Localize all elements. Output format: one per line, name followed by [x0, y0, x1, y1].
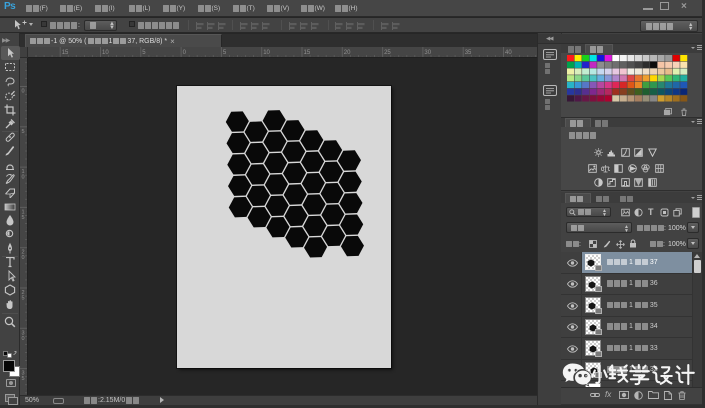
svg-text:0: 0: [22, 89, 25, 95]
svg-text:0: 0: [22, 336, 25, 342]
svg-text:10: 10: [263, 50, 270, 56]
svg-text:0: 0: [22, 175, 25, 181]
svg-text:5: 5: [223, 50, 227, 56]
svg-text:0: 0: [183, 50, 187, 56]
svg-text:40: 40: [505, 50, 512, 56]
svg-text:15: 15: [304, 50, 311, 56]
svg-text:30: 30: [424, 50, 431, 56]
svg-text:5: 5: [22, 215, 25, 221]
svg-text:15: 15: [62, 50, 69, 56]
svg-text:25: 25: [384, 50, 391, 56]
svg-text:10: 10: [102, 50, 109, 56]
svg-text:5: 5: [142, 50, 146, 56]
svg-text:5: 5: [22, 376, 25, 382]
svg-text:20: 20: [344, 50, 351, 56]
svg-text:35: 35: [465, 50, 472, 56]
svg-text:5: 5: [22, 129, 25, 135]
svg-text:5: 5: [22, 296, 25, 302]
svg-text:0: 0: [22, 255, 25, 261]
